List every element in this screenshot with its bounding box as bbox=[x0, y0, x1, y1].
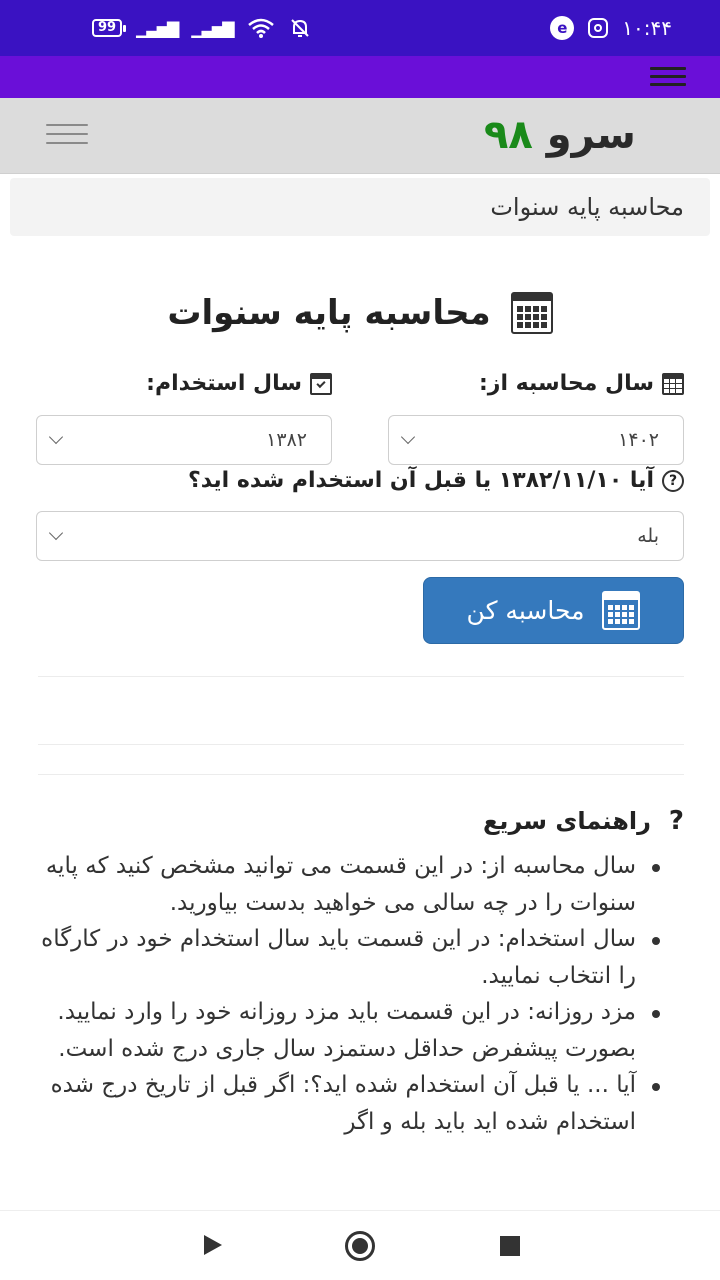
site-menu-icon[interactable] bbox=[46, 124, 88, 144]
calculate-button-label: محاسبه کن bbox=[466, 596, 585, 625]
guide-item: سال محاسبه از: در این قسمت می توانید مشخ… bbox=[36, 848, 660, 921]
question-label-text: آیا ۱۳۸۲/۱۱/۱۰ یا قبل آن استخدام شده اید… bbox=[187, 468, 654, 493]
divider bbox=[38, 676, 684, 677]
status-left: 99 ▁▃▅▇ ▁▃▅▇ bbox=[92, 17, 311, 39]
logo-text: سرو bbox=[546, 112, 636, 158]
signal-icon: ▁▃▅▇ bbox=[136, 18, 179, 38]
calendar-check-icon bbox=[310, 372, 332, 395]
site-header: سرو ۹۸ bbox=[0, 98, 720, 174]
question-circle-icon: ? bbox=[662, 469, 684, 492]
mute-icon bbox=[290, 19, 309, 37]
instagram-icon bbox=[588, 18, 609, 38]
chevron-down-icon bbox=[48, 429, 64, 445]
status-right: e ۱۰:۴۴ bbox=[550, 16, 672, 40]
hire-year-label: سال استخدام: bbox=[146, 371, 332, 396]
app-bar bbox=[0, 56, 720, 98]
divider bbox=[38, 774, 684, 775]
breadcrumb: محاسبه پایه سنوات bbox=[10, 178, 710, 236]
guide-item: مزد روزانه: در این قسمت باید مزد روزانه … bbox=[36, 994, 660, 1067]
question-mark-icon: ? bbox=[668, 806, 684, 836]
home-icon[interactable] bbox=[345, 1231, 375, 1261]
hired-before-select[interactable]: بله bbox=[36, 511, 684, 561]
guide-item: سال استخدام: در این قسمت باید سال استخدا… bbox=[36, 921, 660, 994]
page-title-row: محاسبه پایه سنوات bbox=[0, 292, 720, 334]
breadcrumb-current: محاسبه پایه سنوات bbox=[490, 193, 684, 221]
calc-year-label-text: سال محاسبه از: bbox=[478, 371, 654, 396]
app-menu-icon[interactable] bbox=[650, 67, 686, 86]
hire-year-label-text: سال استخدام: bbox=[146, 371, 302, 396]
chevron-down-icon bbox=[48, 525, 64, 541]
calculate-button[interactable]: محاسبه کن bbox=[423, 577, 684, 644]
guide-title: ? راهنمای سریع bbox=[483, 806, 684, 836]
calc-year-label: سال محاسبه از: bbox=[479, 371, 684, 396]
calc-year-select[interactable]: ۱۴۰۲ bbox=[388, 415, 684, 465]
divider bbox=[38, 744, 684, 745]
calc-year-value: ۱۴۰۲ bbox=[618, 429, 659, 451]
calculator-icon bbox=[510, 292, 553, 334]
signal-icon-2: ▁▃▅▇ bbox=[191, 18, 234, 38]
back-icon[interactable] bbox=[204, 1235, 222, 1255]
guide-item: آیا ... یا قبل آن استخدام شده اید؟: اگر … bbox=[36, 1067, 660, 1140]
calendar-icon bbox=[662, 372, 684, 395]
hire-year-value: ۱۳۸۲ bbox=[266, 429, 307, 451]
logo-number: ۹۸ bbox=[484, 112, 533, 158]
status-time: ۱۰:۴۴ bbox=[622, 16, 672, 40]
recents-icon[interactable] bbox=[500, 1236, 520, 1256]
hire-year-select[interactable]: ۱۳۸۲ bbox=[36, 415, 332, 465]
chevron-down-icon bbox=[400, 429, 416, 445]
site-logo[interactable]: سرو ۹۸ bbox=[484, 112, 636, 158]
guide-list: سال محاسبه از: در این قسمت می توانید مشخ… bbox=[36, 848, 660, 1140]
navigation-bar bbox=[0, 1210, 720, 1280]
status-bar: 99 ▁▃▅▇ ▁▃▅▇ e ۱۰:۴۴ bbox=[0, 0, 720, 56]
battery-icon: 99 bbox=[92, 19, 127, 37]
question-label: ? آیا ۱۳۸۲/۱۱/۱۰ یا قبل آن استخدام شده ا… bbox=[188, 468, 684, 493]
calculator-icon bbox=[602, 591, 641, 630]
wifi-icon bbox=[247, 18, 274, 38]
browser-icon: e bbox=[550, 16, 575, 40]
guide-title-text: راهنمای سریع bbox=[483, 807, 651, 835]
hired-before-value: بله bbox=[637, 525, 659, 547]
page-title: محاسبه پایه سنوات bbox=[167, 293, 491, 333]
